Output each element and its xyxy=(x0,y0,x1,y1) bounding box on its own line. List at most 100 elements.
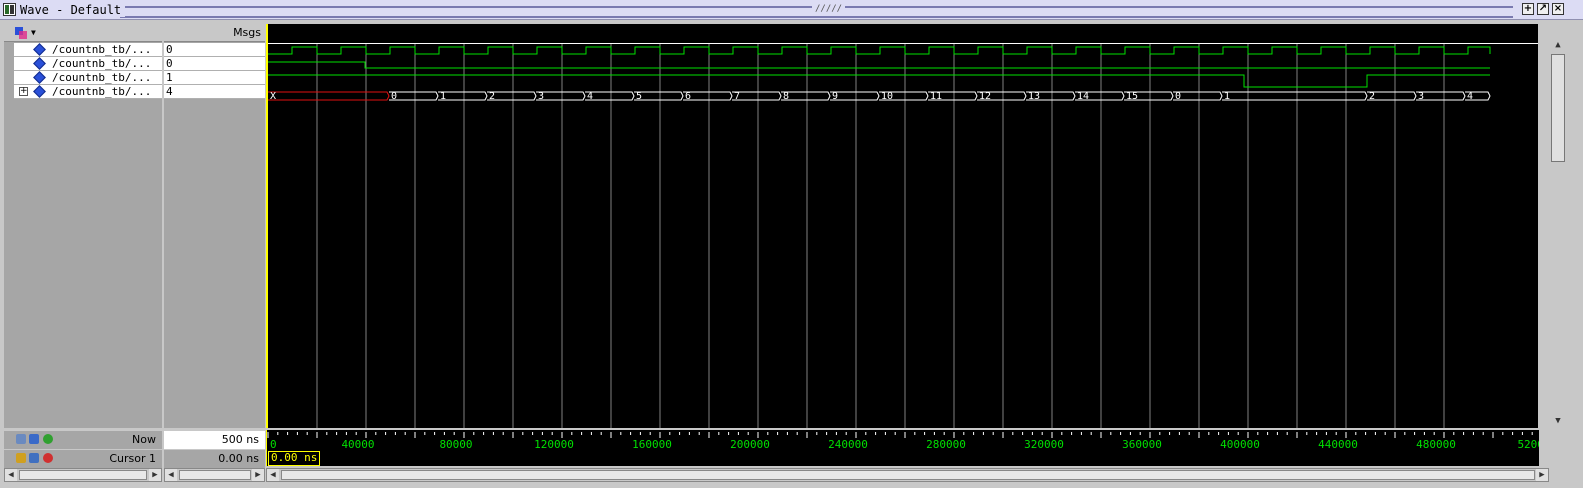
ruler-label: 400000 xyxy=(1220,438,1260,451)
ruler-label: 40000 xyxy=(341,438,374,451)
ruler-label: 52000 xyxy=(1517,438,1539,451)
bus-value-label: 2 xyxy=(1369,91,1375,102)
scroll-left-icon[interactable]: ◀ xyxy=(165,469,177,481)
names-header: ▼ xyxy=(4,24,162,42)
scroll-right-icon[interactable]: ▶ xyxy=(252,469,264,481)
bus-value-label: 4 xyxy=(1467,91,1473,102)
value-row[interactable]: 0 xyxy=(164,57,265,71)
bus-value-label: 7 xyxy=(734,91,740,102)
title-grip[interactable]: ///// xyxy=(812,4,846,14)
signal-name: /countnb_tb/... xyxy=(52,57,152,70)
now-row: Now xyxy=(4,431,162,449)
ruler-label: 320000 xyxy=(1024,438,1064,451)
bus-value-label: X xyxy=(270,91,276,102)
close-icon[interactable]: × xyxy=(1552,3,1564,15)
cursor-row[interactable]: Cursor 1 xyxy=(4,450,162,468)
signal-names-panel: ▼ /countnb_tb/... /countnb_tb/... /count… xyxy=(4,24,162,428)
ruler-label: 80000 xyxy=(439,438,472,451)
reset-waveform xyxy=(268,61,1490,69)
bus-value-label: 15 xyxy=(1126,91,1138,102)
signal-name: /countnb_tb/... xyxy=(52,71,152,84)
bus-value-label: 11 xyxy=(930,91,942,102)
ruler-label: 0 xyxy=(270,438,277,451)
cursor-value: 0.00 ns xyxy=(218,452,259,465)
scroll-thumb[interactable] xyxy=(1551,54,1565,162)
bus-value-label: 0 xyxy=(391,91,397,102)
dock-icon[interactable]: + xyxy=(1522,3,1534,15)
signal-row[interactable]: /countnb_tb/... xyxy=(14,71,162,85)
scroll-down-icon[interactable]: ▼ xyxy=(1551,416,1565,428)
scroll-up-icon[interactable]: ▲ xyxy=(1551,40,1565,52)
bus-value-label: 14 xyxy=(1077,91,1089,102)
cursor-time-box[interactable]: 0.00 ns xyxy=(268,451,321,466)
scroll-left-icon[interactable]: ◀ xyxy=(5,469,17,481)
bus-value-label: 8 xyxy=(783,91,789,102)
scroll-right-icon[interactable]: ▶ xyxy=(149,469,161,481)
waveform-area[interactable]: X 0 1 2 3 4 5 6 7 8 9 10 11 12 13 14 15 0 1 2 3 4 xyxy=(266,24,1538,428)
lock-cursor-icon[interactable] xyxy=(16,453,26,463)
signal-values-panel: Msgs 0 0 1 4 xyxy=(164,24,265,428)
values-hscroll[interactable]: ◀ ▶ xyxy=(164,468,265,482)
vertical-scrollbar[interactable]: ▲ ▼ xyxy=(1548,40,1568,428)
window-title: Wave - Default xyxy=(20,3,126,17)
signal-row[interactable]: /countnb_tb/... xyxy=(14,57,162,71)
bus-value-label: 4 xyxy=(587,91,593,102)
ruler-label: 160000 xyxy=(632,438,672,451)
bus-value-label: 6 xyxy=(685,91,691,102)
scroll-thumb[interactable] xyxy=(19,470,147,480)
signal-name: /countnb_tb/... xyxy=(52,43,152,56)
scroll-thumb[interactable] xyxy=(179,470,251,480)
add-cursor-plus-icon[interactable] xyxy=(43,434,53,444)
bus-value-label: 3 xyxy=(1418,91,1424,102)
delete-cursor-icon[interactable] xyxy=(43,453,53,463)
cursor-edit-icon[interactable] xyxy=(29,434,39,444)
ruler-label: 200000 xyxy=(730,438,770,451)
value-row[interactable]: 1 xyxy=(164,71,265,85)
bus-value-label: 9 xyxy=(832,91,838,102)
scroll-right-icon[interactable]: ▶ xyxy=(1536,469,1548,481)
scroll-left-icon[interactable]: ◀ xyxy=(267,469,279,481)
signal-diamond-icon xyxy=(33,85,46,98)
signal-row[interactable]: + /countnb_tb/... xyxy=(14,85,162,99)
signal-diamond-icon xyxy=(33,57,46,70)
ruler-label: 120000 xyxy=(534,438,574,451)
bus-value-label: 2 xyxy=(489,91,495,102)
now-value: 500 ns xyxy=(221,433,259,446)
ruler-label: 440000 xyxy=(1318,438,1358,451)
signal-row[interactable]: /countnb_tb/... xyxy=(14,43,162,57)
bus-value-label: 10 xyxy=(881,91,893,102)
signal-name: /countnb_tb/... xyxy=(52,85,152,98)
scroll-thumb[interactable] xyxy=(281,470,1535,480)
title-bar: Wave - Default ///// + ↗ × xyxy=(0,0,1583,20)
bus-value-label: 12 xyxy=(979,91,991,102)
chevron-down-icon[interactable]: ▼ xyxy=(31,28,36,37)
names-hscroll[interactable]: ◀ ▶ xyxy=(4,468,162,482)
bus-value-label: 1 xyxy=(1224,91,1230,102)
wave-window-icon xyxy=(3,3,16,16)
cursor-tool-icon[interactable] xyxy=(29,453,39,463)
time-ruler[interactable]: 0 40000 80000 120000 160000 200000 240000 28000… xyxy=(266,430,1539,466)
enable-waveform xyxy=(268,74,1490,88)
expand-plus-icon[interactable]: + xyxy=(19,87,28,96)
bus-value-label: 3 xyxy=(538,91,544,102)
wave-hscroll[interactable]: ◀ ▶ xyxy=(266,468,1549,482)
waveform-canvas[interactable]: X 0 1 2 3 4 5 6 7 8 9 10 11 12 13 14 15 0 1 2 3 4 xyxy=(267,24,1538,428)
bus-segment xyxy=(268,91,390,101)
bus-value-label: 13 xyxy=(1028,91,1040,102)
add-cursor-icon[interactable] xyxy=(16,434,26,444)
ruler-label: 480000 xyxy=(1416,438,1456,451)
signal-diamond-icon xyxy=(33,43,46,56)
value-row[interactable]: 4 xyxy=(164,85,265,99)
clock-waveform xyxy=(268,46,1491,55)
wave-tool-icon[interactable] xyxy=(14,26,28,40)
now-value-row: 500 ns xyxy=(164,431,265,449)
signal-diamond-icon xyxy=(33,71,46,84)
now-label: Now xyxy=(132,433,156,446)
bus-segment xyxy=(1222,91,1368,101)
cursor-value-row: 0.00 ns xyxy=(164,450,265,468)
undock-icon[interactable]: ↗ xyxy=(1537,3,1549,15)
cursor-label: Cursor 1 xyxy=(109,452,156,465)
value-row[interactable]: 0 xyxy=(164,43,265,57)
msgs-label: Msgs xyxy=(233,26,261,39)
ruler-label: 240000 xyxy=(828,438,868,451)
